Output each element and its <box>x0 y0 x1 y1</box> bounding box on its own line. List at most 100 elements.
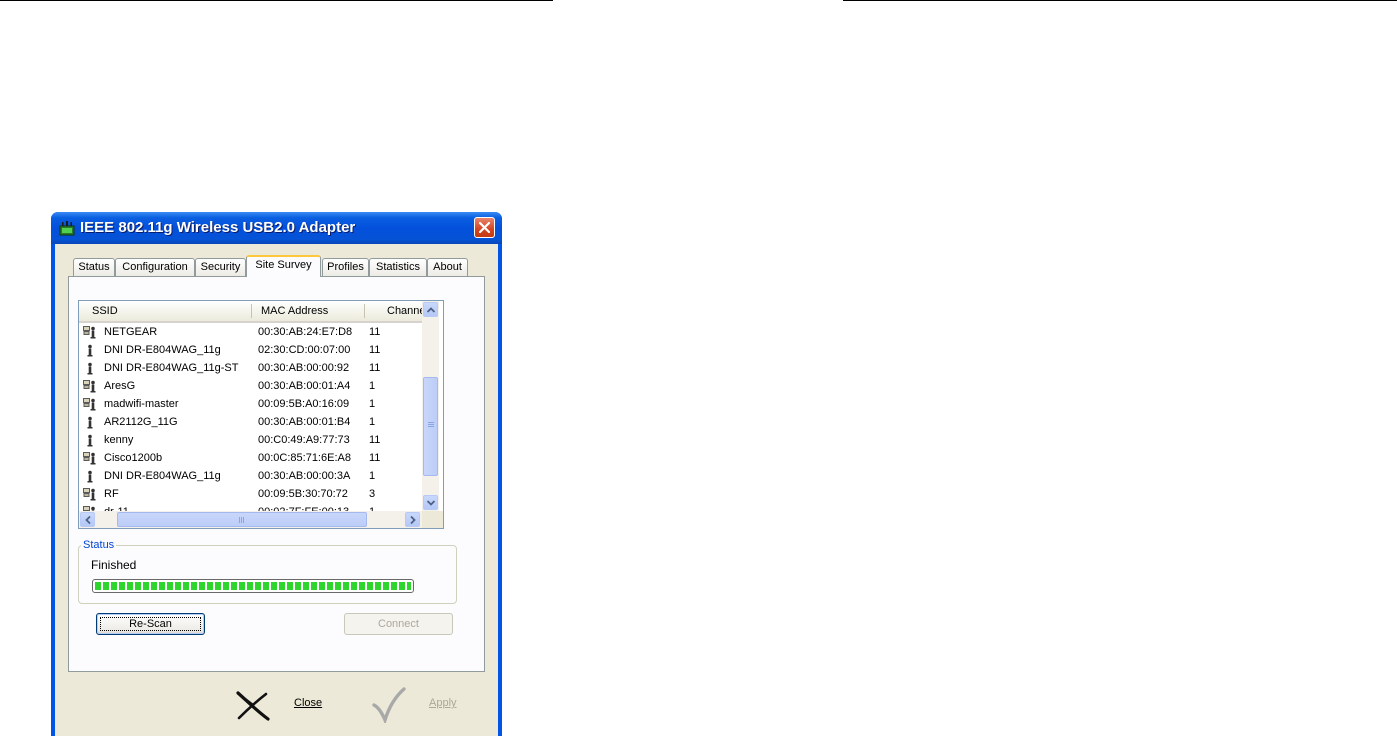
scroll-up-button[interactable] <box>423 302 438 317</box>
scroll-left-button[interactable] <box>80 512 95 527</box>
network-mac: 00:30:AB:00:01:B4 <box>258 416 351 428</box>
scroll-grip <box>239 517 240 523</box>
network-ssid: Cisco1200b <box>104 452 163 464</box>
vertical-scrollbar[interactable] <box>422 301 439 511</box>
scan-status-text: Finished <box>91 558 137 572</box>
column-divider[interactable] <box>364 304 365 318</box>
network-ssid: AresG <box>104 380 136 392</box>
column-header-mac[interactable]: MAC Address <box>261 301 328 321</box>
window-close-button[interactable] <box>474 217 495 238</box>
tab-configuration[interactable]: Configuration <box>115 258 195 276</box>
status-group <box>78 545 457 604</box>
network-channel: 1 <box>369 380 376 392</box>
network-row[interactable]: DNI DR-E804WAG_11g-ST 00:30:AB:00:00:92 11 <box>79 360 422 378</box>
close-x-icon[interactable] <box>235 691 271 721</box>
network-mac: 00:30:AB:00:00:3A <box>258 470 351 482</box>
network-row[interactable]: madwifi-master 00:09:5B:A0:16:09 1 <box>79 396 422 414</box>
adhoc-station-icon <box>87 344 93 357</box>
network-channel: 3 <box>369 488 376 500</box>
network-ssid: RF <box>104 488 119 500</box>
network-ssid: kenny <box>104 434 134 446</box>
horizontal-scroll-thumb[interactable] <box>117 512 367 527</box>
network-mac: 00:30:AB:24:E7:D8 <box>258 326 353 338</box>
network-mac: 02:30:CD:00:07:00 <box>258 344 351 356</box>
close-label[interactable]: Close <box>294 697 322 709</box>
chevron-left-icon <box>85 516 91 524</box>
network-row[interactable]: AR2112G_11G 00:30:AB:00:01:B4 1 <box>79 414 422 432</box>
list-header: SSID MAC Address Channel <box>79 301 428 323</box>
infrastructure-ap-icon <box>83 398 96 411</box>
status-group-legend: Status <box>81 539 117 551</box>
network-row[interactable]: NETGEAR 00:30:AB:24:E7:D8 11 <box>79 324 422 342</box>
tab-about[interactable]: About <box>427 258 468 276</box>
column-divider[interactable] <box>251 304 252 318</box>
network-ssid: NETGEAR <box>104 326 158 338</box>
adhoc-station-icon <box>87 470 93 483</box>
focus-rectangle <box>100 617 201 631</box>
network-channel: 11 <box>369 326 381 338</box>
progress-fill <box>95 582 411 590</box>
vertical-scroll-thumb[interactable] <box>423 377 438 476</box>
list-body: NETGEAR 00:30:AB:24:E7:D8 11 DNI DR-E804WAG… <box>79 323 422 513</box>
network-row[interactable]: DNI DR-E804WAG_11g 02:30:CD:00:07:00 11 <box>79 342 422 360</box>
network-row[interactable]: AresG 00:30:AB:00:01:A4 1 <box>79 378 422 396</box>
site-survey-list[interactable]: SSID MAC Address Channel NETGEAR 00:30:AB… <box>78 300 444 529</box>
network-channel: 11 <box>369 452 381 464</box>
network-mac: 00:09:5B:A0:16:09 <box>258 398 350 410</box>
column-header-ssid[interactable]: SSID <box>92 301 118 321</box>
scroll-corner <box>422 511 443 528</box>
scroll-grip <box>428 424 434 425</box>
scroll-down-button[interactable] <box>423 495 438 510</box>
network-channel: 1 <box>369 416 376 428</box>
network-mac: 00:C0:49:A9:77:73 <box>258 434 350 446</box>
scroll-grip <box>243 517 244 523</box>
apply-label[interactable]: Apply <box>429 697 457 709</box>
window-title: IEEE 802.11g Wireless USB2.0 Adapter <box>80 219 356 236</box>
adapter-window: IEEE 802.11g Wireless USB2.0 Adapter Sta… <box>51 212 502 736</box>
tab-security[interactable]: Security <box>195 258 246 276</box>
network-mac: 00:30:AB:00:01:A4 <box>258 380 351 392</box>
wireless-adapter-icon <box>59 221 75 236</box>
network-ssid: madwifi-master <box>104 398 179 410</box>
network-row[interactable]: Cisco1200b 00:0C:85:71:6E:A8 11 <box>79 450 422 468</box>
adhoc-station-icon <box>87 416 93 429</box>
infrastructure-ap-icon <box>83 452 96 465</box>
network-channel: 11 <box>369 434 381 446</box>
close-icon <box>478 221 491 234</box>
network-ssid: AR2112G_11G <box>104 416 178 428</box>
infrastructure-ap-icon <box>83 326 96 339</box>
horizontal-scrollbar[interactable] <box>79 511 422 528</box>
infrastructure-ap-icon <box>83 380 96 393</box>
tab-profiles[interactable]: Profiles <box>322 258 369 276</box>
dialog-client-area: Status Configuration Security Site Surve… <box>55 244 498 736</box>
network-channel: 1 <box>369 470 376 482</box>
scroll-right-button[interactable] <box>405 512 420 527</box>
chevron-up-icon <box>427 307 435 313</box>
tab-status[interactable]: Status <box>73 258 115 276</box>
network-channel: 11 <box>369 344 381 356</box>
network-mac: 00:0C:85:71:6E:A8 <box>258 452 351 464</box>
connect-button[interactable]: Connect <box>344 613 453 635</box>
page-top-rule-right <box>843 0 1397 1</box>
network-mac: 00:30:AB:00:00:92 <box>258 362 350 374</box>
network-row[interactable]: DNI DR-E804WAG_11g 00:30:AB:00:00:3A 1 <box>79 468 422 486</box>
network-ssid: DNI DR-E804WAG_11g-ST <box>104 362 239 374</box>
network-row[interactable]: kenny 00:C0:49:A9:77:73 11 <box>79 432 422 450</box>
network-ssid: DNI DR-E804WAG_11g <box>104 344 221 356</box>
adhoc-station-icon <box>87 362 93 375</box>
rescan-button[interactable]: Re-Scan <box>96 613 205 635</box>
scroll-grip <box>428 422 434 423</box>
title-bar[interactable]: IEEE 802.11g Wireless USB2.0 Adapter <box>51 212 502 244</box>
tab-site-survey[interactable]: Site Survey <box>246 255 321 277</box>
network-channel: 11 <box>369 362 381 374</box>
apply-check-icon[interactable] <box>372 687 406 723</box>
scroll-grip <box>428 426 434 427</box>
infrastructure-ap-icon <box>83 488 96 501</box>
network-mac: 00:09:5B:30:70:72 <box>258 488 348 500</box>
network-channel: 1 <box>369 398 376 410</box>
network-row[interactable]: RF 00:09:5B:30:70:72 3 <box>79 486 422 504</box>
scan-progress-bar <box>92 579 414 593</box>
tab-statistics[interactable]: Statistics <box>369 258 427 276</box>
network-ssid: DNI DR-E804WAG_11g <box>104 470 221 482</box>
scroll-grip <box>241 517 242 523</box>
